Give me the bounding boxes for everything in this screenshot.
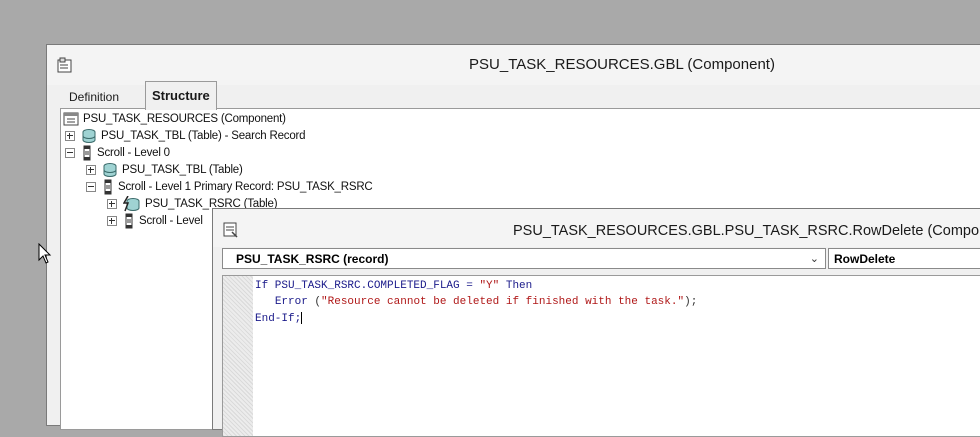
peoplecode-window: PSU_TASK_RESOURCES.GBL.PSU_TASK_RSRC.Row… <box>212 208 980 437</box>
expand-icon[interactable] <box>86 164 96 175</box>
record-dropdown-value: PSU_TASK_RSRC (record) <box>236 252 389 266</box>
tab-structure[interactable]: Structure <box>145 81 217 110</box>
expand-icon[interactable] <box>65 130 75 141</box>
component-titlebar[interactable]: PSU_TASK_RESOURCES.GBL (Component) <box>47 45 980 85</box>
text-caret <box>301 312 303 324</box>
expand-icon[interactable] <box>107 198 117 209</box>
peoplecode-window-icon <box>223 222 238 238</box>
scroll-icon <box>104 179 112 194</box>
code-keyword: Error <box>274 296 308 308</box>
table-icon <box>82 128 96 143</box>
code-line[interactable]: If PSU_TASK_RSRC.COMPLETED_FLAG = "Y" Th… <box>255 280 532 292</box>
tree-item-label: PSU_TASK_TBL (Table) <box>122 163 243 176</box>
code-punct: ); <box>684 296 698 308</box>
code-line[interactable]: End-If; <box>255 312 303 325</box>
tab-definition[interactable]: Definition <box>61 86 127 109</box>
tree-item-label: PSU_TASK_TBL (Table) - Search Record <box>101 129 306 142</box>
table-icon <box>103 162 117 177</box>
tree-item-label: PSU_TASK_RESOURCES (Component) <box>83 112 286 125</box>
code-editor[interactable]: If PSU_TASK_RSRC.COMPLETED_FLAG = "Y" Th… <box>222 275 980 437</box>
code-line[interactable]: Error ("Resource cannot be deleted if fi… <box>255 296 697 308</box>
peoplecode-window-title: PSU_TASK_RESOURCES.GBL.PSU_TASK_RSRC.Row… <box>513 223 980 239</box>
event-dropdown[interactable]: RowDelete <box>828 248 980 269</box>
tree-item-label: Scroll - Level 1 Primary Record: PSU_TAS… <box>118 180 373 193</box>
chevron-down-icon[interactable]: ⌄ <box>810 249 819 270</box>
scroll-icon <box>83 145 91 160</box>
peoplecode-table-icon <box>123 195 140 211</box>
tree-item[interactable]: PSU_TASK_TBL (Table) - Search Record <box>65 127 306 144</box>
code-punct: ( <box>307 296 322 308</box>
code-string: "Resource cannot be deleted if finished … <box>321 296 685 308</box>
editor-gutter <box>223 276 253 436</box>
tree-item[interactable]: Scroll - Level 1 Primary Record: PSU_TAS… <box>86 178 373 195</box>
tree-item-label: Scroll - Level <box>139 214 203 227</box>
record-dropdown[interactable]: PSU_TASK_RSRC (record) ⌄ <box>222 248 826 269</box>
code-keyword: If <box>255 280 269 292</box>
expand-icon[interactable] <box>107 215 117 226</box>
collapse-icon[interactable] <box>86 181 96 192</box>
peoplecode-titlebar[interactable]: PSU_TASK_RESOURCES.GBL.PSU_TASK_RSRC.Row… <box>213 209 980 247</box>
tree-item-label: Scroll - Level 0 <box>97 146 170 159</box>
component-window-title: PSU_TASK_RESOURCES.GBL (Component) <box>469 56 775 73</box>
code-string: "Y" <box>479 280 500 292</box>
tree-item[interactable]: Scroll - Level <box>107 212 203 229</box>
tree-item[interactable]: Scroll - Level 0 <box>65 144 170 161</box>
code-expression: PSU_TASK_RSRC.COMPLETED_FLAG = <box>268 280 480 292</box>
tree-item[interactable]: PSU_TASK_TBL (Table) <box>86 161 243 178</box>
mouse-pointer-icon <box>38 243 52 264</box>
code-keyword: Then <box>499 280 533 292</box>
component-icon <box>63 112 79 125</box>
tree-item[interactable]: PSU_TASK_RESOURCES (Component) <box>63 110 286 127</box>
scroll-icon <box>125 213 133 228</box>
collapse-icon[interactable] <box>65 147 75 158</box>
event-dropdown-value: RowDelete <box>834 252 896 266</box>
code-keyword: End-If; <box>255 312 302 325</box>
